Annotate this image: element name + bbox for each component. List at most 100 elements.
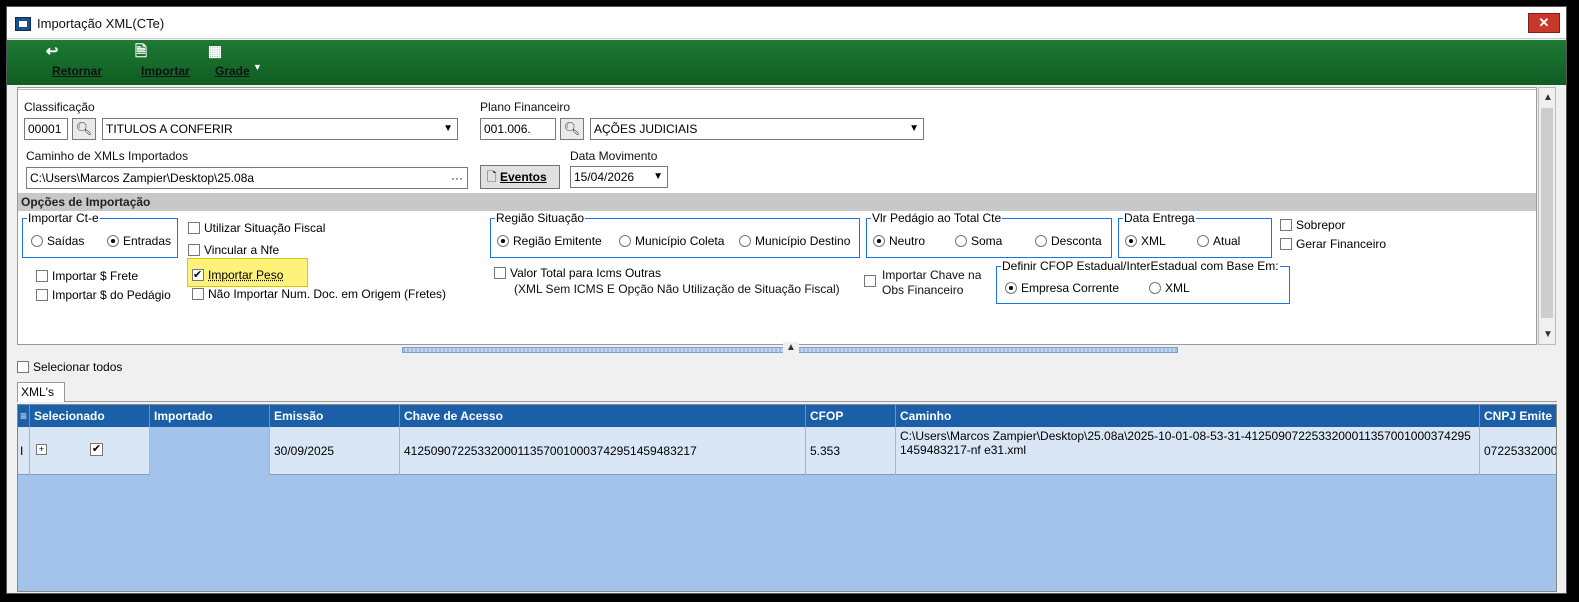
importar-button[interactable]: 🗎 Importar bbox=[109, 44, 190, 79]
checkbox-box bbox=[36, 270, 48, 282]
classificacao-select[interactable]: TITULOS A CONFERIR ▼ bbox=[102, 118, 458, 140]
importar-frete-label: Importar $ Frete bbox=[52, 269, 139, 283]
checkbox-box bbox=[1280, 238, 1292, 250]
valor-total-note: (XML Sem ICMS E Opção Não Utilização de … bbox=[514, 282, 840, 296]
column-importado[interactable]: Importado bbox=[150, 405, 270, 427]
chevron-down-icon: ▼ bbox=[909, 123, 919, 134]
importar-frete-checkbox[interactable]: Importar $ Frete bbox=[36, 269, 138, 283]
radio-soma[interactable]: Soma bbox=[955, 234, 1002, 248]
table-row[interactable]: I + ✔ 30/09/2025 41250907225332000113570… bbox=[18, 427, 1556, 475]
cell-selecionado[interactable]: + ✔ bbox=[30, 427, 150, 475]
checkbox-box bbox=[1280, 219, 1292, 231]
eventos-button[interactable]: 🗋 Eventos bbox=[480, 165, 560, 189]
row-indicator: I bbox=[18, 427, 30, 475]
calendar-dropdown-icon[interactable]: ▼ bbox=[653, 167, 663, 187]
scrollbar-thumb[interactable] bbox=[1541, 108, 1553, 318]
cell-emissao: 30/09/2025 bbox=[270, 427, 400, 475]
cell-caminho: C:\Users\Marcos Zampier\Desktop\25.08a\2… bbox=[896, 427, 1480, 475]
importar-peso-checkbox[interactable]: Importar Peso bbox=[192, 268, 283, 282]
column-selecionado[interactable]: Selecionado bbox=[30, 405, 150, 427]
radio-regiao-emitente[interactable]: Região Emitente bbox=[497, 234, 602, 248]
grade-dropdown-arrow-icon[interactable]: ▼ bbox=[253, 62, 262, 72]
app-icon bbox=[15, 17, 31, 31]
data-movimento-input[interactable]: 15/04/2026 ▼ bbox=[570, 166, 668, 188]
plano-financeiro-code-input[interactable]: 001.006. bbox=[480, 118, 556, 140]
classificacao-code-input[interactable]: 00001 bbox=[24, 118, 68, 140]
radio-cfop-xml[interactable]: XML bbox=[1149, 281, 1190, 295]
cell-cfop: 5.353 bbox=[806, 427, 896, 475]
importar-chave-label-2: Obs Financeiro bbox=[882, 283, 964, 297]
regiao-situacao-title: Região Situação bbox=[495, 211, 586, 225]
valor-total-icms-label: Valor Total para Icms Outras bbox=[510, 266, 661, 280]
checkbox-box bbox=[188, 222, 200, 234]
utilizar-situacao-fiscal-label: Utilizar Situação Fiscal bbox=[204, 221, 326, 235]
browse-ellipsis-button[interactable]: ··· bbox=[451, 168, 463, 188]
retornar-button[interactable]: ↩ Retornar bbox=[21, 44, 102, 79]
radio-empresa-corrente[interactable]: Empresa Corrente bbox=[1005, 281, 1119, 295]
column-cnpj-emite[interactable]: CNPJ Emite bbox=[1480, 405, 1556, 427]
radio-municipio-coleta[interactable]: Município Coleta bbox=[619, 234, 724, 248]
vlr-pedagio-title: Vlr Pedágio ao Total Cte bbox=[871, 211, 1003, 225]
row-selected-checkbox[interactable]: ✔ bbox=[90, 443, 103, 456]
radio-empresa-corrente-label: Empresa Corrente bbox=[1021, 281, 1120, 295]
gerar-financeiro-checkbox[interactable]: Gerar Financeiro bbox=[1280, 237, 1386, 251]
close-button[interactable]: ✕ bbox=[1528, 13, 1560, 33]
radio-municipio-destino[interactable]: Município Destino bbox=[739, 234, 850, 248]
definir-cfop-group: Definir CFOP Estadual/InterEstadual com … bbox=[996, 259, 1290, 304]
chevron-up-icon[interactable]: ▲ bbox=[1543, 92, 1553, 103]
sobrepor-checkbox[interactable]: Sobrepor bbox=[1280, 218, 1345, 232]
importar-chave-checkbox[interactable] bbox=[864, 274, 880, 288]
form-vertical-scrollbar[interactable]: ▲ ▼ bbox=[1538, 87, 1556, 345]
radio-saidas[interactable]: Saídas bbox=[31, 234, 84, 248]
importar-pedagio-checkbox[interactable]: Importar $ do Pedágio bbox=[36, 288, 171, 302]
plano-financeiro-label: Plano Financeiro bbox=[480, 100, 571, 114]
checkbox-box bbox=[36, 289, 48, 301]
grid-header: ≡ Selecionado Importado Emissão Chave de… bbox=[18, 405, 1556, 427]
panel-splitter[interactable]: ▲ bbox=[17, 342, 1557, 355]
grid-menu-icon[interactable]: ≡ bbox=[18, 405, 30, 427]
column-emissao[interactable]: Emissão bbox=[270, 405, 400, 427]
vincular-nfe-label: Vincular a Nfe bbox=[204, 243, 280, 257]
radio-desconta-label: Desconta bbox=[1051, 234, 1102, 248]
checkbox-box bbox=[864, 275, 876, 287]
column-chave-acesso[interactable]: Chave de Acesso bbox=[400, 405, 806, 427]
opcoes-importacao-header: Opções de Importação bbox=[18, 193, 1536, 211]
radio-regiao-emitente-label: Região Emitente bbox=[513, 234, 602, 248]
expand-icon[interactable]: + bbox=[36, 444, 47, 455]
checkbox-box bbox=[494, 267, 506, 279]
tab-xmls[interactable]: XML's bbox=[17, 382, 65, 402]
form-area: Classificação 00001 🔍︎ TITULOS A CONFERI… bbox=[17, 87, 1537, 345]
radio-data-entrega-xml[interactable]: XML bbox=[1125, 234, 1166, 248]
plano-financeiro-search-icon[interactable]: 🔍︎ bbox=[560, 118, 584, 140]
main-window: Importação XML(CTe) ✕ ↩ Retornar 🗎 Impor… bbox=[6, 6, 1567, 594]
grade-button[interactable]: ▦ Grade bbox=[193, 44, 250, 79]
importar-chave-label: Importar Chave na bbox=[882, 268, 982, 282]
caminho-input[interactable]: C:\Users\Marcos Zampier\Desktop\25.08a ·… bbox=[26, 167, 468, 189]
nao-importar-num-checkbox[interactable]: Não Importar Num. Doc. em Origem (Fretes… bbox=[192, 287, 446, 301]
chevron-down-icon[interactable]: ▼ bbox=[1543, 329, 1553, 340]
radio-entradas[interactable]: Entradas bbox=[107, 234, 171, 248]
radio-dot bbox=[619, 235, 631, 247]
column-caminho[interactable]: Caminho bbox=[896, 405, 1480, 427]
selecionar-todos-checkbox[interactable]: Selecionar todos bbox=[17, 360, 122, 374]
utilizar-situacao-fiscal-checkbox[interactable]: Utilizar Situação Fiscal bbox=[188, 221, 325, 235]
xml-grid: ≡ Selecionado Importado Emissão Chave de… bbox=[17, 404, 1557, 592]
radio-data-entrega-atual[interactable]: Atual bbox=[1197, 234, 1240, 248]
column-cfop[interactable]: CFOP bbox=[806, 405, 896, 427]
valor-total-icms-checkbox[interactable]: Valor Total para Icms Outras bbox=[494, 266, 661, 280]
data-entrega-title: Data Entrega bbox=[1123, 211, 1196, 225]
radio-dot bbox=[955, 235, 967, 247]
collapse-up-icon[interactable]: ▲ bbox=[783, 342, 799, 353]
importar-pedagio-label: Importar $ do Pedágio bbox=[52, 288, 171, 302]
vincular-nfe-checkbox[interactable]: Vincular a Nfe bbox=[188, 243, 279, 257]
definir-cfop-title: Definir CFOP Estadual/InterEstadual com … bbox=[1001, 259, 1280, 273]
regiao-situacao-group: Região Situação Região Emitente Municípi… bbox=[490, 211, 860, 258]
data-movimento-label: Data Movimento bbox=[570, 149, 658, 163]
radio-desconta[interactable]: Desconta bbox=[1035, 234, 1102, 248]
classificacao-search-icon[interactable]: 🔍︎ bbox=[72, 118, 96, 140]
radio-dot bbox=[1197, 235, 1209, 247]
radio-municipio-destino-label: Município Destino bbox=[755, 234, 851, 248]
radio-neutro[interactable]: Neutro bbox=[873, 234, 925, 248]
classificacao-label: Classificação bbox=[24, 100, 95, 114]
plano-financeiro-select[interactable]: AÇÕES JUDICIAIS ▼ bbox=[590, 118, 924, 140]
